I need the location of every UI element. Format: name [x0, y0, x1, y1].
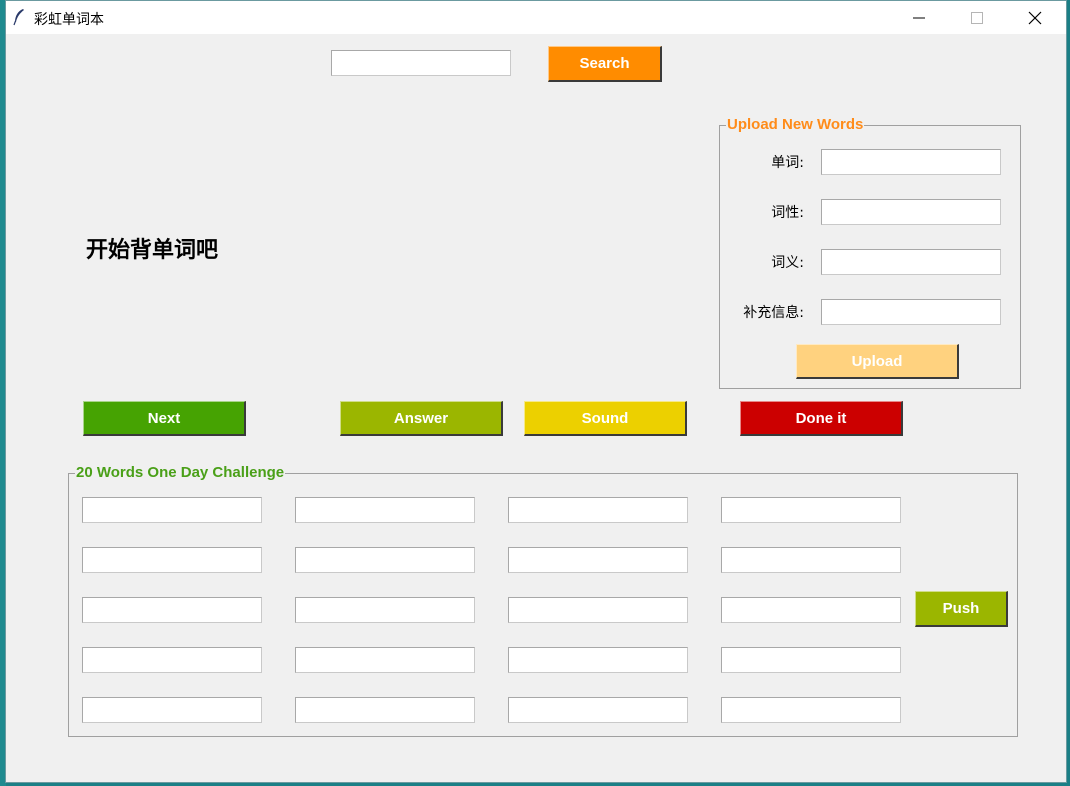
close-icon — [1028, 11, 1042, 24]
challenge-word-input[interactable] — [721, 497, 901, 523]
challenge-legend: 20 Words One Day Challenge — [75, 464, 286, 481]
push-button[interactable]: Push — [915, 591, 1008, 627]
challenge-word-input[interactable] — [82, 497, 262, 523]
extra-info-input[interactable] — [821, 299, 1001, 325]
challenge-word-input[interactable] — [508, 697, 688, 723]
challenge-word-input[interactable] — [295, 597, 475, 623]
upload-button[interactable]: Upload — [796, 344, 959, 379]
minimize-icon — [913, 17, 925, 18]
sound-button[interactable]: Sound — [524, 401, 687, 436]
challenge-word-input[interactable] — [508, 497, 688, 523]
challenge-word-input[interactable] — [295, 647, 475, 673]
search-button[interactable]: Search — [548, 46, 662, 82]
window-title: 彩虹单词本 — [34, 12, 104, 28]
answer-button[interactable]: Answer — [340, 401, 503, 436]
upload-legend: Upload New Words — [726, 116, 865, 133]
field-label-meaning: 词义: — [771, 255, 804, 271]
field-label-word: 单词: — [771, 155, 804, 171]
challenge-word-input[interactable] — [721, 647, 901, 673]
maximize-icon — [971, 11, 983, 24]
challenge-word-input[interactable] — [508, 547, 688, 573]
next-button[interactable]: Next — [83, 401, 246, 436]
challenge-word-input[interactable] — [82, 647, 262, 673]
challenge-word-input[interactable] — [82, 547, 262, 573]
maximize-button[interactable] — [948, 1, 1006, 34]
minimize-button[interactable] — [890, 1, 948, 34]
main-content: Search 开始背单词吧 Upload New Words 单词: 词性: 词… — [6, 34, 1066, 782]
search-input[interactable] — [331, 50, 511, 76]
word-display: 开始背单词吧 — [86, 237, 219, 263]
challenge-word-input[interactable] — [82, 597, 262, 623]
pos-input[interactable] — [821, 199, 1001, 225]
close-button[interactable] — [1006, 1, 1064, 34]
upload-group: Upload New Words 单词: 词性: 词义: 补充信息: Uploa… — [719, 116, 1021, 389]
field-label-extra: 补充信息: — [743, 305, 804, 321]
app-window: 彩虹单词本 Search 开始背单词吧 Upload New Words 单词:… — [5, 0, 1067, 783]
challenge-word-input[interactable] — [721, 547, 901, 573]
meaning-input[interactable] — [821, 249, 1001, 275]
challenge-group: 20 Words One Day Challenge Push — [68, 464, 1018, 737]
feather-icon — [13, 9, 24, 26]
field-label-pos: 词性: — [771, 205, 804, 221]
challenge-word-input[interactable] — [721, 597, 901, 623]
challenge-word-input[interactable] — [721, 697, 901, 723]
challenge-word-input[interactable] — [295, 547, 475, 573]
challenge-word-input[interactable] — [295, 697, 475, 723]
done-it-button[interactable]: Done it — [740, 401, 903, 436]
challenge-word-input[interactable] — [295, 497, 475, 523]
challenge-word-input[interactable] — [508, 647, 688, 673]
challenge-word-input[interactable] — [508, 597, 688, 623]
word-input[interactable] — [821, 149, 1001, 175]
challenge-word-input[interactable] — [82, 697, 262, 723]
title-bar[interactable]: 彩虹单词本 — [6, 1, 1066, 34]
